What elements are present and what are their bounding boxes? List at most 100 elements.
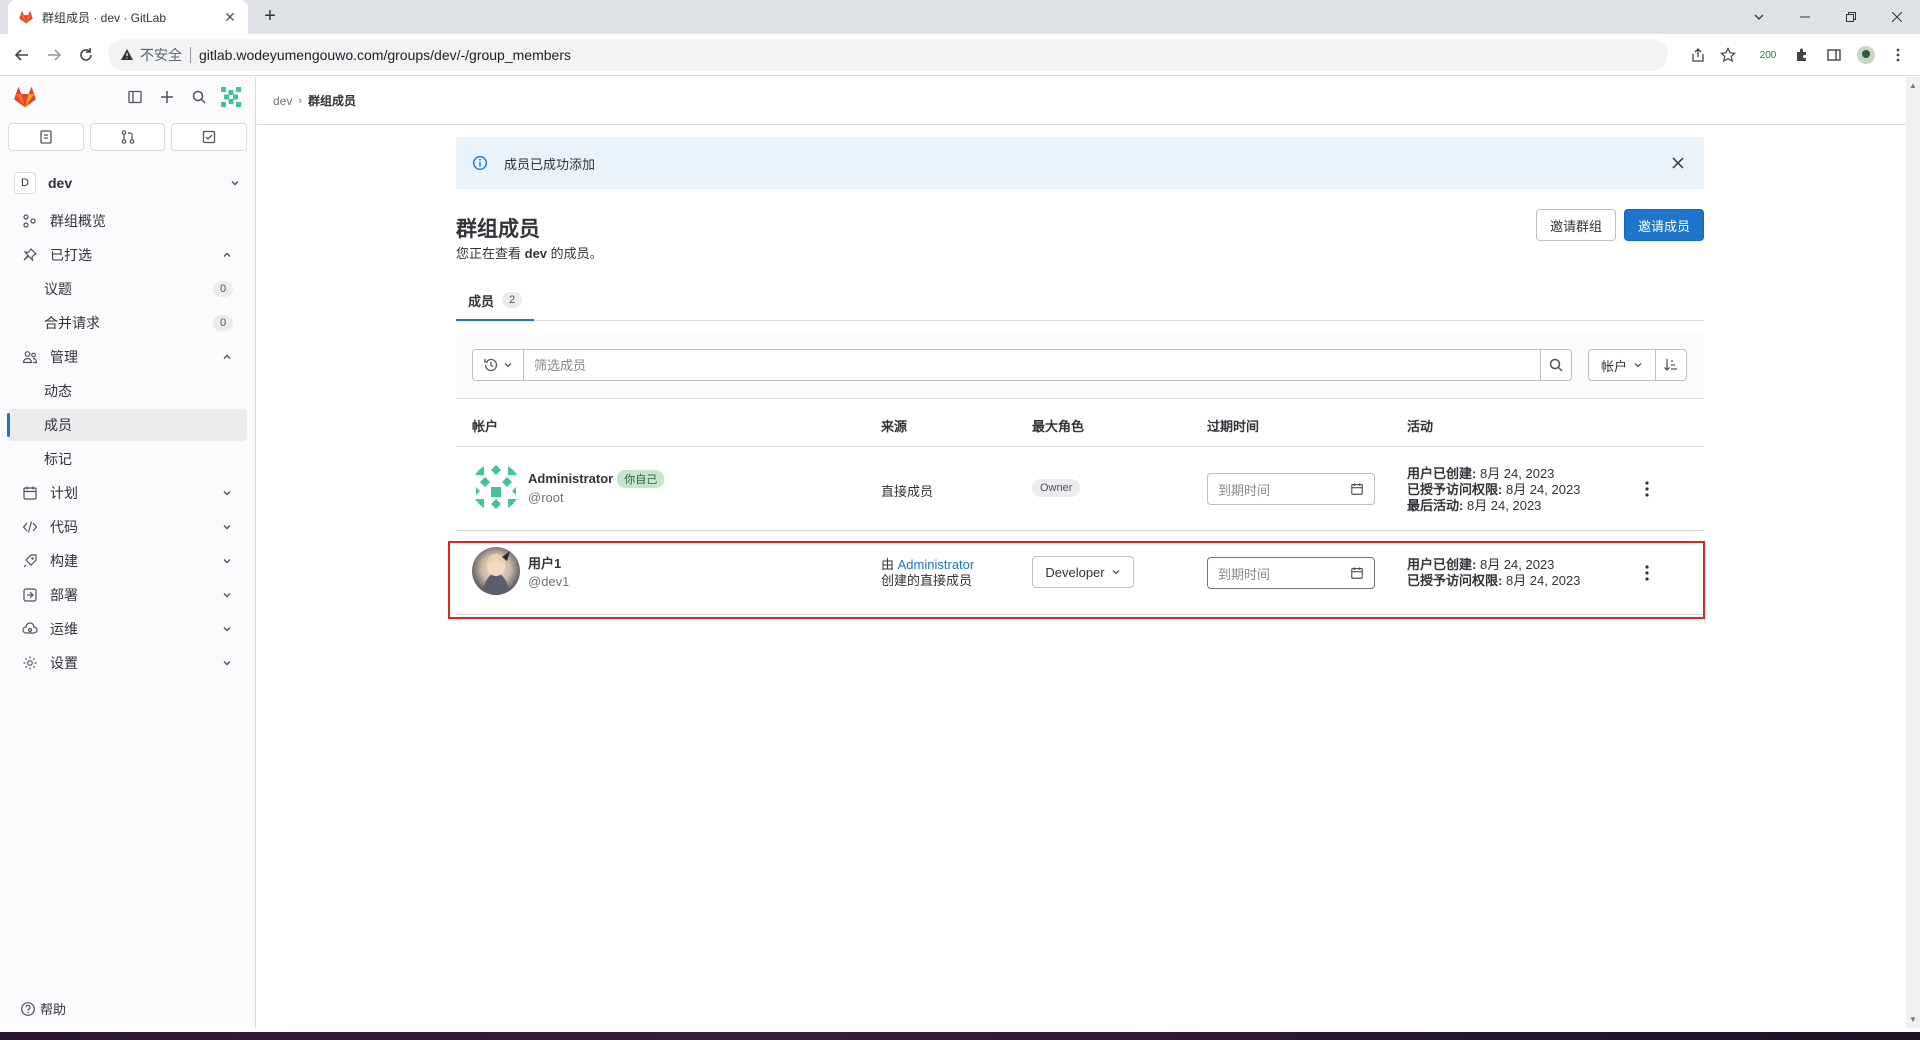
menu-kebab-icon[interactable] xyxy=(1886,43,1910,67)
invite-member-button[interactable]: 邀请成员 xyxy=(1624,209,1704,241)
reload-icon[interactable] xyxy=(74,43,98,67)
user-avatar-icon[interactable] xyxy=(217,83,245,111)
sidebar-item-labels[interactable]: 标记 xyxy=(8,443,247,475)
avatar[interactable] xyxy=(472,547,520,595)
avatar[interactable] xyxy=(472,463,520,511)
sidebar-item-pinned[interactable]: 已打选 xyxy=(8,239,247,271)
warning-icon[interactable] xyxy=(120,48,134,62)
url-text[interactable]: gitlab.wodeyumengouwo.com/groups/dev/-/g… xyxy=(199,47,571,63)
row-actions-kebab-icon[interactable] xyxy=(1637,563,1657,583)
share-icon[interactable] xyxy=(1686,43,1710,67)
sidebar-item-members[interactable]: 成员 xyxy=(7,409,247,441)
new-tab-button[interactable]: + xyxy=(258,5,282,29)
sidebar-item-label: 管理 xyxy=(50,349,78,365)
browser-tabbar: 群组成员 · dev · GitLab ✕ + xyxy=(0,0,1920,34)
sidebar-item-activity[interactable]: 动态 xyxy=(8,375,247,407)
sidebar-item-label: 动态 xyxy=(44,383,72,399)
gitlab-favicon-icon xyxy=(18,9,34,25)
back-icon[interactable] xyxy=(10,43,34,67)
search-icon[interactable] xyxy=(185,83,213,111)
sidepanel-icon[interactable] xyxy=(1822,43,1846,67)
tab-close-icon[interactable]: ✕ xyxy=(222,9,238,26)
sort-direction-button[interactable] xyxy=(1655,349,1687,381)
recent-searches-button[interactable] xyxy=(472,349,524,381)
page-scrollbar[interactable]: ▲ ▼ xyxy=(1906,77,1920,1028)
sidebar-item-manage[interactable]: 管理 xyxy=(8,341,247,373)
members-table-header: 帐户 来源 最大角色 过期时间 活动 xyxy=(456,399,1704,447)
sidebar-item-settings[interactable]: 设置 xyxy=(8,647,247,679)
activity-value: 8月 24, 2023 xyxy=(1505,573,1581,588)
sidebar-item-code[interactable]: 代码 xyxy=(8,511,247,543)
breadcrumb-parent-link[interactable]: dev xyxy=(273,94,292,108)
merge-requests-counter-button[interactable] xyxy=(89,123,166,151)
group-context-switcher[interactable]: D dev xyxy=(8,165,247,201)
expiration-date-input[interactable]: 到期时间 xyxy=(1207,557,1375,589)
member-name[interactable]: 用户1 xyxy=(528,553,561,572)
sidebar-item-issues[interactable]: 议题 0 xyxy=(8,273,247,305)
chevron-down-icon xyxy=(1111,567,1121,577)
role-badge: Owner xyxy=(1032,479,1081,497)
taskbar-strip xyxy=(0,1032,1920,1040)
tab-members[interactable]: 成员 2 xyxy=(456,281,535,321)
header-account: 帐户 xyxy=(472,419,499,434)
help-button[interactable]: 帮助 xyxy=(20,999,66,1018)
todos-counter-button[interactable] xyxy=(171,123,248,151)
chevron-up-icon xyxy=(221,249,233,261)
member-activity: 用户已创建: 8月 24, 2023 已授予访问权限: 8月 24, 2023 … xyxy=(1407,466,1580,514)
sidebar-item-merge-requests[interactable]: 合并请求 0 xyxy=(8,307,247,339)
minimize-button[interactable] xyxy=(1782,0,1828,34)
you-badge: 你自己 xyxy=(617,469,665,488)
calendar-icon[interactable] xyxy=(1350,566,1364,580)
bookmark-star-icon[interactable] xyxy=(1716,43,1740,67)
issues-counter-button[interactable] xyxy=(8,123,84,151)
sidebar-toggle-icon[interactable] xyxy=(121,83,149,111)
profile-avatar-icon[interactable] xyxy=(1854,43,1878,67)
chevron-down-icon xyxy=(1633,360,1643,370)
member-name[interactable]: Administrator xyxy=(528,471,613,486)
sort-lowest-icon xyxy=(1663,357,1679,373)
browser-tab[interactable]: 群组成员 · dev · GitLab ✕ xyxy=(8,0,248,34)
tab-search-icon[interactable] xyxy=(1736,0,1782,34)
sidebar-item-label: 议题 xyxy=(44,281,72,297)
gitlab-logo-icon[interactable] xyxy=(12,84,38,110)
row-actions-kebab-icon[interactable] xyxy=(1637,479,1657,499)
close-window-button[interactable] xyxy=(1874,0,1920,34)
expiration-date-input[interactable]: 到期时间 xyxy=(1207,473,1375,505)
scroll-down-icon[interactable]: ▼ xyxy=(1909,1015,1917,1024)
invite-group-button[interactable]: 邀请群组 xyxy=(1536,209,1616,241)
subtitle-suffix: 的成员。 xyxy=(550,246,603,261)
sidebar-item-operate[interactable]: 运维 xyxy=(8,613,247,645)
filter-members-input[interactable] xyxy=(523,349,1541,381)
sort-field-dropdown[interactable]: 帐户 xyxy=(1588,349,1656,381)
sidebar-item-plan[interactable]: 计划 xyxy=(8,477,247,509)
success-alert: 成员已成功添加 xyxy=(456,137,1704,189)
insecure-label[interactable]: 不安全 xyxy=(140,45,182,65)
restore-button[interactable] xyxy=(1828,0,1874,34)
role-dropdown[interactable]: Developer xyxy=(1032,556,1134,588)
filter-search-button[interactable] xyxy=(1540,349,1572,381)
dismiss-alert-close-icon[interactable] xyxy=(1672,157,1688,169)
scroll-up-icon[interactable]: ▲ xyxy=(1909,81,1917,90)
activity-value: 8月 24, 2023 xyxy=(1466,498,1542,513)
member-tabs: 成员 2 xyxy=(456,281,1704,321)
history-icon xyxy=(483,357,499,373)
extension-badge[interactable]: 200 xyxy=(1756,43,1780,67)
activity-value: 8月 24, 2023 xyxy=(1479,557,1555,572)
sidebar-item-label: 运维 xyxy=(50,621,78,637)
sidebar-item-build[interactable]: 构建 xyxy=(8,545,247,577)
sidebar-item-deploy[interactable]: 部署 xyxy=(8,579,247,611)
merge-requests-count-badge: 0 xyxy=(213,315,233,331)
pin-icon xyxy=(22,247,38,263)
member-activity: 用户已创建: 8月 24, 2023 已授予访问权限: 8月 24, 2023 xyxy=(1407,557,1580,589)
sort-field-label: 帐户 xyxy=(1600,358,1627,374)
breadcrumb-current[interactable]: 群组成员 xyxy=(308,92,356,109)
url-omnibox[interactable]: 不安全 gitlab.wodeyumengouwo.com/groups/dev… xyxy=(108,39,1668,71)
group-avatar: D xyxy=(14,172,36,194)
alert-message: 成员已成功添加 xyxy=(504,156,596,172)
calendar-icon[interactable] xyxy=(1350,482,1364,496)
source-creator-link[interactable]: Administrator xyxy=(898,557,975,572)
forward-icon[interactable] xyxy=(42,43,66,67)
create-new-icon[interactable] xyxy=(153,83,181,111)
sidebar-item-overview[interactable]: 群组概览 xyxy=(8,205,247,237)
extensions-puzzle-icon[interactable] xyxy=(1790,43,1814,67)
